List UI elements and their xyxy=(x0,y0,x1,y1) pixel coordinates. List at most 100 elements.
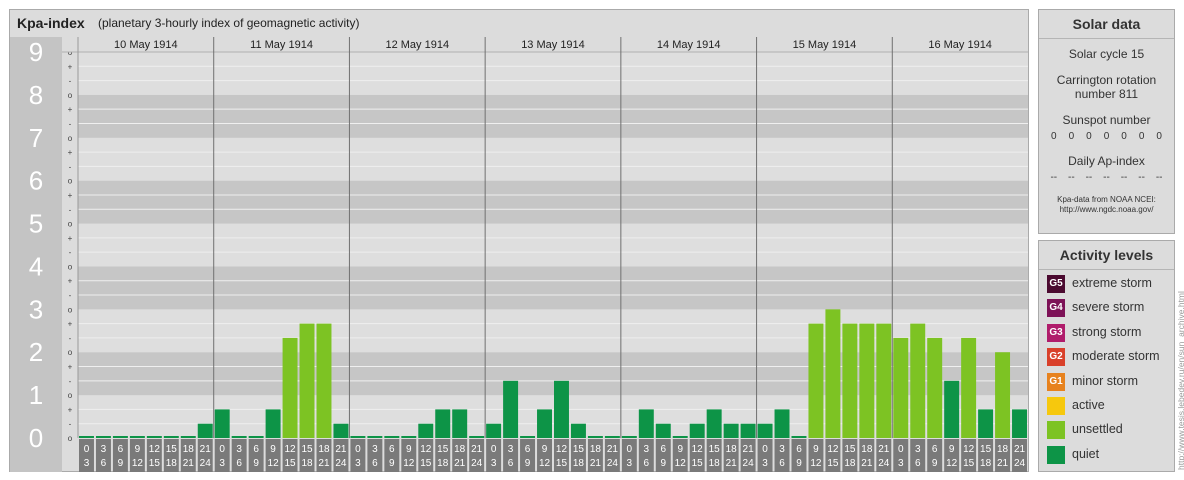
time-end-label: 12 xyxy=(268,458,280,469)
sunspot-value: 0 xyxy=(1103,131,1110,142)
time-start-label: 6 xyxy=(389,444,395,455)
kp-bar xyxy=(876,323,892,438)
time-start-label: 18 xyxy=(997,444,1009,455)
time-start-label: 15 xyxy=(844,444,856,455)
y-tick-label: 1 xyxy=(29,380,43,410)
time-start-label: 12 xyxy=(692,444,704,455)
kp-bar xyxy=(333,423,349,438)
time-start-label: 0 xyxy=(898,444,904,455)
grid-band xyxy=(78,52,1028,95)
time-start-label: 9 xyxy=(677,444,683,455)
time-end-label: 24 xyxy=(1014,458,1026,469)
y-tick-label: 4 xyxy=(29,251,43,281)
y-minor-label: o xyxy=(68,91,73,100)
time-end-label: 3 xyxy=(627,458,633,469)
sunspot-value: 0 xyxy=(1086,131,1092,142)
kp-bar xyxy=(961,337,977,438)
kp-bar xyxy=(893,337,909,438)
ap-index-label: Daily Ap-index xyxy=(1068,154,1145,168)
time-end-label: 6 xyxy=(372,458,378,469)
date-label: 13 May 1914 xyxy=(521,39,585,51)
kp-bar xyxy=(537,409,552,438)
time-end-label: 9 xyxy=(389,458,395,469)
kp-bar xyxy=(503,380,519,438)
y-minor-label: + xyxy=(68,148,73,157)
time-end-label: 6 xyxy=(508,458,514,469)
time-end-label: 15 xyxy=(149,458,161,469)
kp-bar xyxy=(774,409,790,438)
time-end-label: 3 xyxy=(219,458,225,469)
kp-bar xyxy=(384,436,400,438)
legend-label: unsettled xyxy=(1072,422,1123,437)
legend-swatch: G3 xyxy=(1047,323,1065,342)
kp-bar xyxy=(299,323,315,438)
kp-bar xyxy=(95,436,111,438)
time-start-label: 0 xyxy=(762,444,768,455)
kp-bar xyxy=(520,436,536,438)
kp-bar xyxy=(435,409,451,438)
time-start-label: 3 xyxy=(644,444,650,455)
y-minor-label: + xyxy=(68,320,73,329)
credit-line: Kpa-data from NOAA NCEI: xyxy=(1057,195,1156,204)
y-minor-label: o xyxy=(68,391,73,400)
time-start-label: 21 xyxy=(743,444,755,455)
legend-label: moderate storm xyxy=(1072,349,1160,364)
y-minor-label: o xyxy=(68,434,73,443)
time-start-label: 21 xyxy=(200,444,212,455)
kp-bar xyxy=(995,352,1011,438)
time-start-label: 21 xyxy=(1014,444,1026,455)
y-minor-label: - xyxy=(69,377,72,386)
kp-bar xyxy=(825,309,841,438)
time-end-label: 21 xyxy=(997,458,1009,469)
y-minor-label: o xyxy=(68,177,73,186)
time-end-label: 9 xyxy=(253,458,259,469)
ap-value: -- xyxy=(1120,172,1128,183)
kp-bar xyxy=(927,337,943,438)
legend-label: quiet xyxy=(1072,446,1100,461)
sunspot-value: 0 xyxy=(1156,131,1162,142)
kp-bar xyxy=(486,423,502,438)
time-end-label: 12 xyxy=(675,458,687,469)
kp-bar xyxy=(757,423,773,438)
credit-link[interactable]: http://www.ngdc.noaa.gov/ xyxy=(1039,205,1174,215)
time-start-label: 3 xyxy=(372,444,378,455)
time-start-label: 12 xyxy=(556,444,568,455)
ap-index-values: -- -- -- -- -- -- -- xyxy=(1039,172,1174,183)
time-end-label: 6 xyxy=(779,458,785,469)
kp-bar xyxy=(655,423,671,438)
kp-bar xyxy=(401,436,417,438)
time-start-label: 6 xyxy=(525,444,531,455)
sunspot-value: 0 xyxy=(1138,131,1145,142)
legend-item-quiet: quiet xyxy=(1047,443,1174,467)
time-end-label: 6 xyxy=(644,458,650,469)
time-start-label: 12 xyxy=(420,444,432,455)
sunspot-label: Sunspot number xyxy=(1062,113,1151,127)
time-end-label: 24 xyxy=(607,458,619,469)
time-start-label: 18 xyxy=(183,444,195,455)
time-start-label: 12 xyxy=(284,444,296,455)
y-minor-label: o xyxy=(68,220,73,229)
legend-item-g3: G3 strong storm xyxy=(1047,321,1174,345)
watermark: http://www.tesis.lebedev.ru/en/sun_archi… xyxy=(1176,291,1184,470)
kp-bar xyxy=(910,323,926,438)
kp-bar xyxy=(604,436,620,438)
ap-value: -- xyxy=(1155,172,1163,183)
time-end-label: 18 xyxy=(709,458,721,469)
sunspot-value: 0 xyxy=(1121,131,1127,142)
kp-bar xyxy=(265,409,281,438)
time-end-label: 21 xyxy=(318,458,330,469)
time-end-label: 3 xyxy=(762,458,768,469)
kp-bar xyxy=(248,436,264,438)
legend-item-g5: G5 extreme storm xyxy=(1047,272,1174,296)
kp-bar xyxy=(944,380,960,438)
time-end-label: 9 xyxy=(660,458,666,469)
kp-bar xyxy=(842,323,858,438)
time-start-label: 9 xyxy=(949,444,955,455)
legend-label: strong storm xyxy=(1072,324,1142,339)
legend-item-active: active xyxy=(1047,394,1174,418)
y-minor-label: + xyxy=(68,105,73,114)
grid-band xyxy=(78,223,1028,267)
kp-bar xyxy=(350,436,366,438)
ap-value: -- xyxy=(1138,172,1145,183)
time-start-label: 15 xyxy=(709,444,721,455)
